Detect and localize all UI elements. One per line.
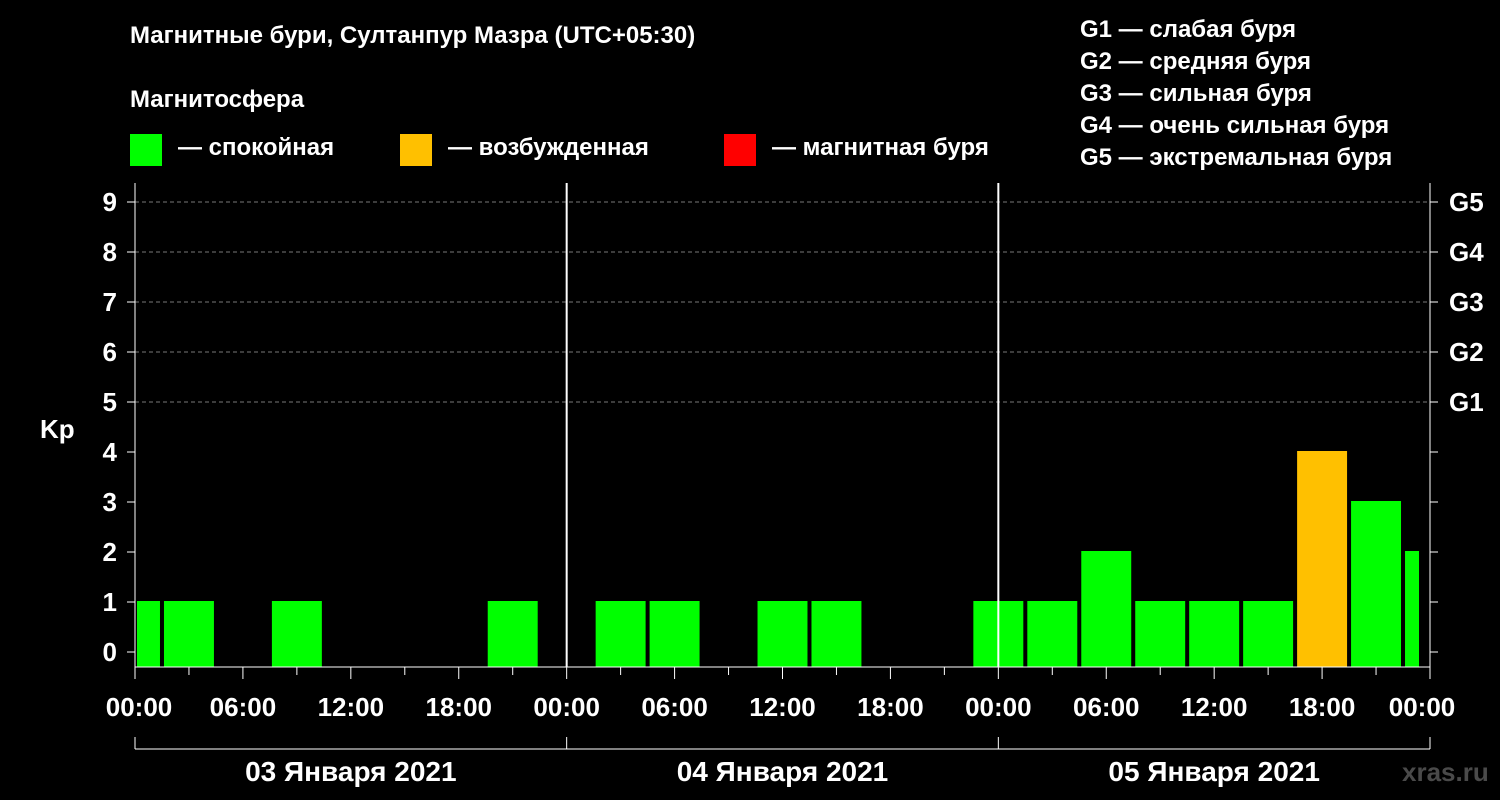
kp-bar	[1081, 551, 1132, 667]
x-tick-label: 12:00	[318, 692, 385, 722]
kp-bar	[595, 601, 646, 667]
kp-bar	[163, 601, 214, 667]
x-tick-label: 00:00	[965, 692, 1032, 722]
g-level-label: G3	[1449, 287, 1484, 317]
x-tick-label: 06:00	[210, 692, 277, 722]
y-tick-label: 2	[103, 537, 117, 567]
y-tick-label: 9	[103, 187, 117, 217]
watermark: xras.ru	[1402, 757, 1489, 787]
kp-bar	[1405, 551, 1420, 667]
day-label: 03 Января 2021	[245, 756, 457, 787]
g-level-label: G4	[1449, 237, 1484, 267]
x-tick-label: 12:00	[749, 692, 816, 722]
x-tick-label: 06:00	[641, 692, 708, 722]
x-tick-label: 06:00	[1073, 692, 1140, 722]
y-tick-label: 1	[103, 587, 117, 617]
kp-bar	[1243, 601, 1294, 667]
y-tick-label: 6	[103, 337, 117, 367]
kp-bar	[271, 601, 322, 667]
y-tick-label: 5	[103, 387, 117, 417]
day-label: 04 Января 2021	[677, 756, 889, 787]
y-tick-label: 4	[103, 437, 118, 467]
y-axis-label: Kp	[40, 414, 75, 444]
g-level-label: G1	[1449, 387, 1484, 417]
x-tick-label: 00:00	[533, 692, 600, 722]
kp-bar	[1297, 451, 1348, 667]
kp-bar	[1189, 601, 1240, 667]
x-tick-label: 18:00	[1289, 692, 1356, 722]
y-tick-label: 0	[103, 637, 117, 667]
x-tick-label: 18:00	[857, 692, 924, 722]
y-tick-label: 3	[103, 487, 117, 517]
x-tick-label: 00:00	[1389, 692, 1456, 722]
kp-bar	[137, 601, 160, 667]
g-level-label: G2	[1449, 337, 1484, 367]
kp-bar	[811, 601, 862, 667]
x-tick-label: 00:00	[106, 692, 173, 722]
x-tick-label: 18:00	[426, 692, 493, 722]
kp-bar	[1135, 601, 1186, 667]
y-tick-label: 8	[103, 237, 117, 267]
kp-bar	[487, 601, 538, 667]
kp-bar	[649, 601, 700, 667]
g-level-label: G5	[1449, 187, 1484, 217]
day-label: 05 Января 2021	[1108, 756, 1320, 787]
x-tick-label: 12:00	[1181, 692, 1248, 722]
kp-bar	[1027, 601, 1078, 667]
kp-bar-chart: 0 1 2 3 4 5 6 7 8 9 G1 G2 G3 G4 G5 Kp 00:00 06:00 12:00 18:…	[40, 183, 1484, 787]
kp-bar	[1351, 501, 1402, 667]
y-tick-label: 7	[103, 287, 117, 317]
kp-bar	[757, 601, 808, 667]
